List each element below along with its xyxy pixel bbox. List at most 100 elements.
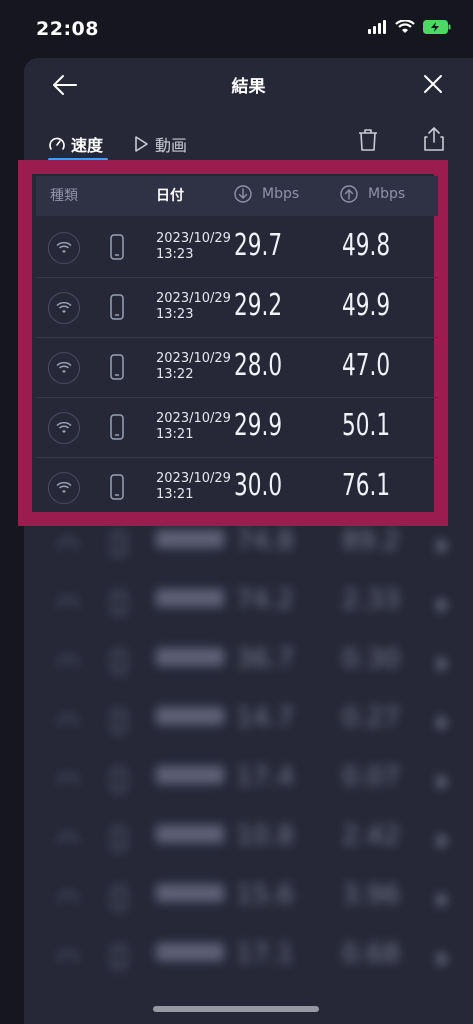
download-icon — [234, 185, 252, 203]
column-upload[interactable]: Mbps — [340, 185, 405, 203]
row-time: 13:21 — [156, 487, 194, 502]
blurred-row: 74.2 2.33 — [24, 577, 473, 635]
phone-icon — [110, 294, 124, 320]
row-date: 2023/10/29 — [156, 231, 231, 246]
status-icons — [367, 20, 451, 34]
row-datetime: 2023/10/29 13:23 — [156, 231, 231, 263]
close-icon[interactable] — [421, 72, 445, 96]
phone-icon — [112, 945, 126, 969]
upload-value: 49.9 — [342, 288, 391, 323]
signal-icon — [368, 20, 386, 34]
sheet-header: 結果 — [24, 58, 473, 110]
row-time: 13:21 — [156, 427, 194, 442]
blurred-date — [156, 530, 224, 548]
speedometer-icon — [49, 137, 65, 150]
blurred-row: 36.7 0.30 — [24, 636, 473, 694]
home-indicator — [153, 1006, 319, 1012]
blurred-row: 10.8 2.42 — [24, 813, 473, 871]
page-title: 結果 — [231, 77, 266, 97]
wifi-icon — [58, 892, 78, 902]
wifi-icon — [48, 352, 80, 384]
blurred-upload: 0.30 — [342, 644, 400, 674]
phone-icon — [112, 827, 126, 851]
phone-icon — [110, 474, 124, 500]
row-date: 2023/10/29 — [156, 351, 231, 366]
phone-icon — [112, 591, 126, 615]
blurred-date — [156, 589, 224, 607]
blurred-download: 17.1 — [236, 939, 294, 969]
blurred-row: 74.8 89.2 — [24, 518, 473, 576]
upload-icon — [340, 185, 358, 203]
chevron-right-icon — [438, 833, 448, 849]
table-row[interactable]: 2023/10/29 13:23 29.7 49.8 — [36, 218, 438, 278]
row-datetime: 2023/10/29 13:21 — [156, 471, 231, 503]
chevron-right-icon — [438, 892, 448, 908]
blurred-date — [156, 943, 224, 961]
table-row[interactable]: 2023/10/29 13:21 30.0 76.1 — [36, 458, 438, 517]
blurred-upload: 89.2 — [342, 526, 400, 556]
download-value: 29.2 — [234, 288, 283, 323]
row-time: 13:23 — [156, 247, 194, 262]
phone-icon — [110, 234, 124, 260]
wifi-icon — [48, 412, 80, 444]
tab-video[interactable]: 動画 — [132, 132, 187, 156]
download-value: 30.0 — [234, 468, 283, 503]
wifi-icon — [48, 472, 80, 504]
battery-icon — [423, 20, 451, 34]
wifi-icon — [58, 774, 78, 784]
wifi-icon — [58, 538, 78, 548]
blurred-download: 36.7 — [236, 644, 294, 674]
blurred-download: 74.2 — [236, 585, 294, 615]
wifi-icon — [48, 292, 80, 324]
blurred-date — [156, 884, 224, 902]
phone-icon — [112, 768, 126, 792]
play-icon — [135, 136, 148, 152]
blurred-row: 17.4 0.07 — [24, 754, 473, 812]
chevron-right-icon — [438, 597, 448, 613]
tab-speed[interactable]: 速度 — [48, 132, 103, 156]
table-row[interactable]: 2023/10/29 13:21 29.9 50.1 — [36, 398, 438, 458]
wifi-icon — [58, 833, 78, 843]
blurred-row: 15.6 3.96 — [24, 872, 473, 930]
table-row[interactable]: 2023/10/29 13:22 28.0 47.0 — [36, 338, 438, 398]
upload-unit: Mbps — [368, 186, 406, 202]
row-datetime: 2023/10/29 13:21 — [156, 411, 231, 443]
wifi-icon — [48, 232, 80, 264]
wifi-icon — [58, 656, 78, 666]
row-time: 13:22 — [156, 367, 194, 382]
blurred-upload: 2.42 — [342, 821, 400, 851]
chevron-right-icon — [438, 538, 448, 554]
chevron-right-icon — [438, 774, 448, 790]
blurred-date — [156, 825, 224, 843]
upload-value: 47.0 — [342, 348, 391, 383]
blurred-download: 74.8 — [236, 526, 294, 556]
chevron-right-icon — [438, 715, 448, 731]
tab-video-label: 動画 — [155, 136, 188, 155]
blurred-upload: 0.68 — [342, 939, 400, 969]
wifi-icon — [58, 951, 78, 961]
share-icon[interactable] — [423, 126, 445, 152]
download-value: 29.7 — [234, 228, 283, 263]
row-date: 2023/10/29 — [156, 471, 231, 486]
blurred-date — [156, 766, 224, 784]
upload-value: 49.8 — [342, 228, 391, 263]
column-date[interactable]: 日付 — [156, 185, 184, 205]
blurred-date — [156, 707, 224, 725]
table-row[interactable]: 2023/10/29 13:23 29.2 49.9 — [36, 278, 438, 338]
column-download[interactable]: Mbps — [234, 185, 299, 203]
wifi-icon — [58, 715, 78, 725]
phone-icon — [112, 532, 126, 556]
blurred-date — [156, 648, 224, 666]
download-unit: Mbps — [262, 186, 300, 202]
trash-icon[interactable] — [357, 128, 379, 152]
blurred-row: 14.7 0.27 — [24, 695, 473, 753]
wifi-icon — [395, 20, 415, 33]
row-date: 2023/10/29 — [156, 411, 231, 426]
phone-icon — [110, 414, 124, 440]
row-datetime: 2023/10/29 13:23 — [156, 291, 231, 323]
blurred-upload: 0.07 — [342, 762, 400, 792]
column-type: 種類 — [50, 188, 78, 204]
upload-value: 50.1 — [342, 408, 391, 443]
tab-speed-label: 速度 — [71, 136, 104, 155]
row-datetime: 2023/10/29 13:22 — [156, 351, 231, 383]
